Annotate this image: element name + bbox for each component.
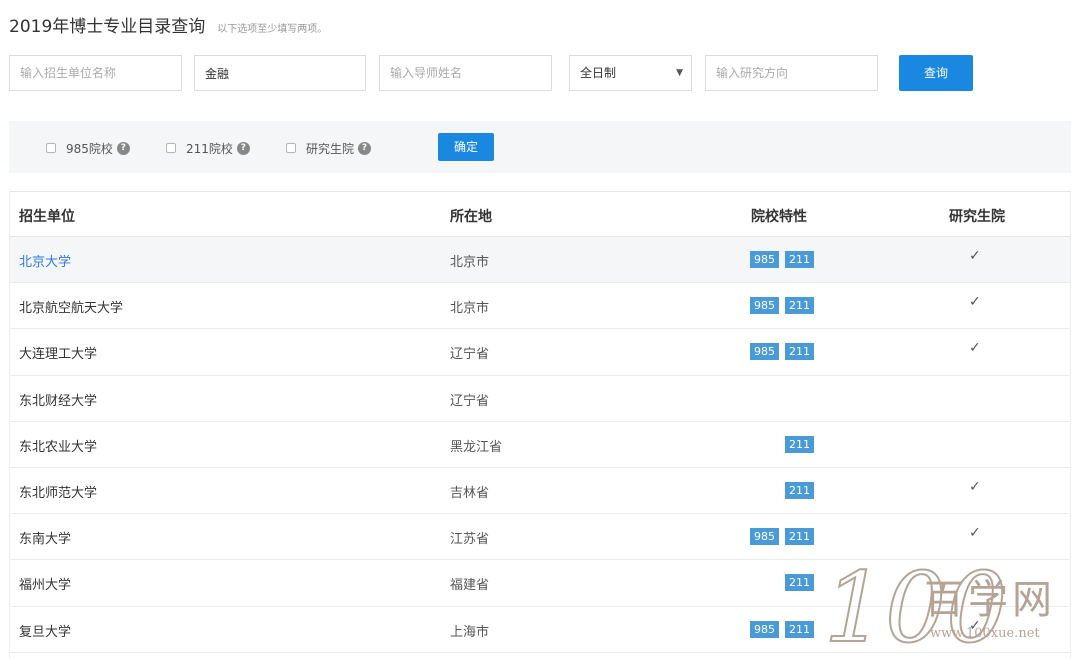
- help-icon[interactable]: ?: [236, 141, 250, 155]
- table-row[interactable]: 东北农业大学 黑龙江省 211: [10, 422, 1070, 468]
- dropdown-arrow-icon: ▼: [676, 68, 683, 78]
- feature-tags: 211: [785, 574, 814, 592]
- header-unit: 招生单位: [19, 209, 75, 225]
- checkmark-icon: ✓: [969, 248, 981, 264]
- filter-211[interactable]: 211院校 ?: [166, 140, 250, 156]
- unit-name-link[interactable]: 东南大学: [19, 528, 71, 547]
- study-mode-value: 全日制: [580, 66, 617, 80]
- unit-name-link[interactable]: 东北财经大学: [19, 390, 97, 409]
- research-direction-input[interactable]: [705, 55, 878, 91]
- checkmark-icon: ✓: [969, 525, 981, 542]
- checkmark-icon: ✓: [969, 294, 981, 311]
- help-icon[interactable]: ?: [358, 141, 372, 155]
- checkmark-icon: ✓: [969, 340, 981, 357]
- tag-211-badge: 211: [785, 528, 814, 546]
- checkbox-211[interactable]: [166, 143, 176, 153]
- confirm-button[interactable]: 确定: [438, 133, 494, 161]
- unit-location: 上海市: [450, 624, 490, 640]
- feature-tags: 985 211: [750, 620, 814, 638]
- unit-location: 吉林省: [450, 485, 490, 501]
- major-input[interactable]: [194, 55, 366, 91]
- tag-985-badge: 985: [750, 343, 779, 361]
- filter-grad-school[interactable]: 研究生院 ?: [286, 140, 372, 156]
- unit-name-input[interactable]: [9, 55, 182, 91]
- unit-name-link[interactable]: 东北师范大学: [19, 482, 97, 501]
- feature-tags: 211: [785, 481, 814, 499]
- page-title: 2019年博士专业目录查询: [9, 17, 206, 37]
- advisor-name-input[interactable]: [379, 55, 552, 91]
- unit-location: 福建省: [450, 578, 490, 594]
- tag-211-badge: 211: [785, 574, 814, 592]
- help-icon[interactable]: ?: [116, 141, 130, 155]
- tag-211-badge: 211: [785, 481, 814, 499]
- filter-985[interactable]: 985院校 ?: [46, 140, 130, 156]
- unit-location: 辽宁省: [450, 393, 490, 409]
- unit-name-link[interactable]: 复旦大学: [19, 621, 71, 640]
- unit-name-link[interactable]: 北京大学: [19, 251, 71, 270]
- unit-location: 辽宁省: [450, 347, 490, 363]
- header-grad-school: 研究生院: [949, 209, 1005, 225]
- filter-985-label: 985院校: [66, 141, 113, 156]
- table-row[interactable]: 东北财经大学 辽宁省: [10, 376, 1070, 422]
- tag-985-badge: 985: [750, 251, 779, 268]
- feature-tags: 985 211: [750, 343, 814, 361]
- study-mode-select[interactable]: 全日制 ▼: [569, 55, 692, 91]
- tag-211-badge: 211: [785, 251, 814, 268]
- header-location: 所在地: [450, 209, 492, 225]
- table-row[interactable]: 大连理工大学 辽宁省 985 211 ✓: [10, 329, 1070, 376]
- checkmark-icon: ✓: [969, 478, 981, 495]
- page-header: 2019年博士专业目录查询 以下选项至少填写两项。: [9, 12, 327, 40]
- tag-211-badge: 211: [785, 620, 814, 638]
- query-button[interactable]: 查询: [899, 55, 973, 91]
- table-row[interactable]: 东北师范大学 吉林省 211 ✓: [10, 468, 1070, 515]
- tag-985-badge: 985: [750, 528, 779, 546]
- filter-bar: 985院校 ? 211院校 ? 研究生院 ? 确定: [9, 121, 1071, 173]
- unit-name-link[interactable]: 北京航空航天大学: [19, 297, 123, 316]
- tag-211-badge: 211: [785, 297, 814, 315]
- feature-tags: 211: [785, 435, 814, 453]
- watermark-url: www.100xue.net: [930, 626, 1040, 641]
- table-row[interactable]: 北京航空航天大学 北京市 985 211 ✓: [10, 283, 1070, 330]
- unit-location: 北京市: [450, 255, 490, 270]
- feature-tags: 985 211: [750, 297, 814, 315]
- table-row[interactable]: 北京大学 北京市 985 211 ✓: [10, 237, 1070, 284]
- feature-tags: 985 211: [750, 251, 814, 268]
- unit-name-link[interactable]: 大连理工大学: [19, 343, 97, 362]
- feature-tags: 985 211: [750, 528, 814, 546]
- checkbox-985[interactable]: [46, 143, 56, 153]
- unit-location: 江苏省: [450, 532, 490, 548]
- unit-location: 黑龙江省: [450, 439, 503, 455]
- tag-985-badge: 985: [750, 620, 779, 638]
- filter-211-label: 211院校: [186, 141, 233, 156]
- tag-211-badge: 211: [785, 435, 814, 453]
- filter-grad-school-label: 研究生院: [306, 141, 355, 156]
- unit-name-link[interactable]: 福州大学: [19, 574, 71, 593]
- tag-985-badge: 985: [750, 297, 779, 315]
- unit-name-link[interactable]: 东北农业大学: [19, 436, 97, 455]
- header-features: 院校特性: [751, 209, 807, 225]
- unit-location: 北京市: [450, 301, 490, 317]
- tag-211-badge: 211: [785, 343, 814, 361]
- table-header: 招生单位 所在地 院校特性 研究生院: [10, 192, 1070, 237]
- watermark-text: 百学网: [924, 577, 1056, 623]
- checkbox-grad-school[interactable]: [286, 143, 296, 153]
- page-hint: 以下选项至少填写两项。: [217, 24, 328, 35]
